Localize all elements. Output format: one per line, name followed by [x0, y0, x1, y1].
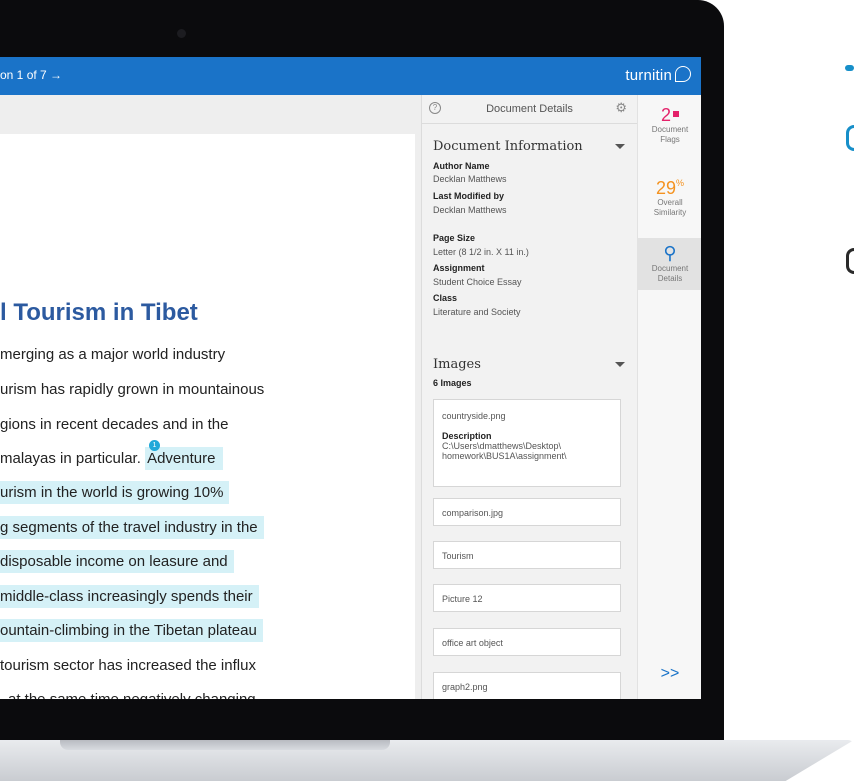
details-label: Document: [651, 264, 689, 273]
camera: [177, 29, 186, 38]
screen: on 1 of 7 → turnitin l Tourism in Tibet …: [0, 57, 701, 699]
field-value: Decklan Matthews: [433, 174, 507, 184]
image-card[interactable]: Tourism: [433, 541, 621, 569]
text-line: urism has rapidly grown in mountainous: [0, 381, 265, 398]
image-card[interactable]: graph2.png: [433, 672, 621, 699]
similarity-label: Similarity: [653, 208, 687, 217]
document-page: l Tourism in Tibet merging as a major wo…: [0, 134, 415, 699]
text-line: malayas in particular. Adventure: [0, 447, 229, 470]
turnitin-logo: turnitin: [625, 66, 691, 84]
turnitin-logo-icon: [675, 66, 691, 82]
submission-nav[interactable]: on 1 of 7 →: [0, 68, 62, 82]
text-line: gions in recent decades and in the: [0, 416, 229, 433]
text-line: tourism sector has increased the influx: [0, 657, 256, 674]
image-card[interactable]: countryside.png Description C:\Users\dma…: [433, 399, 621, 487]
field-label: Page Size: [433, 233, 476, 243]
highlighted-line[interactable]: ountain-climbing in the Tibetan plateau: [0, 619, 263, 642]
laptop-base-notch: [60, 740, 390, 750]
highlighted-line[interactable]: g segments of the travel industry in the: [0, 516, 264, 539]
highlighted-line[interactable]: middle-class increasingly spends their: [0, 585, 259, 608]
text-line: merging as a major world industry: [0, 346, 226, 363]
edge-mark-2: [846, 125, 854, 151]
image-name: graph2.png: [442, 682, 488, 692]
brand-text: turnitin: [625, 67, 672, 84]
image-card[interactable]: comparison.jpg: [433, 498, 621, 526]
edge-mark-3: [846, 248, 854, 274]
flag-icon: [673, 111, 679, 117]
image-name: comparison.jpg: [442, 508, 504, 518]
chevron-down-icon[interactable]: [615, 144, 625, 149]
field-label: Author Name: [433, 161, 490, 171]
image-name: Picture 12: [442, 594, 483, 604]
field-value: Student Choice Essay: [433, 277, 522, 287]
flags-count: 2: [660, 105, 671, 125]
image-name: countryside.png: [442, 411, 506, 421]
search-icon: ⚲: [663, 243, 677, 263]
image-card[interactable]: Picture 12: [433, 584, 621, 612]
match-marker-icon[interactable]: 1: [149, 440, 160, 451]
field-value: Literature and Society: [433, 307, 521, 317]
text-line: at the same time negatively changing: [8, 688, 262, 699]
highlighted-line[interactable]: disposable income on leasure and: [0, 550, 234, 573]
chevron-down-icon[interactable]: [615, 362, 625, 367]
expand-chevron-icon[interactable]: >>: [638, 665, 701, 683]
similarity-label: Overall: [657, 198, 683, 207]
document-title: l Tourism in Tibet: [0, 299, 198, 326]
document-information-heading[interactable]: Document Information: [433, 139, 583, 154]
field-label: Last Modified by: [433, 191, 505, 201]
details-label: Details: [657, 274, 683, 283]
description-line: homework\BUS1A\assignment\: [442, 451, 567, 461]
field-value: Letter (8 1/2 in. X 11 in.): [433, 247, 529, 257]
text-line-part: malayas in particular.: [0, 450, 141, 467]
image-name: office art object: [442, 638, 503, 648]
image-name: Tourism: [442, 551, 474, 561]
flags-label: Flags: [660, 135, 680, 144]
flags-label: Document: [651, 125, 689, 134]
description-label: Description: [442, 431, 492, 441]
highlighted-line[interactable]: urism in the world is growing 10%: [0, 481, 230, 504]
edge-mark-1: [845, 65, 854, 71]
document-details-button[interactable]: ⚲ Document Details: [638, 238, 701, 290]
field-value: Decklan Matthews: [433, 205, 507, 215]
top-bar: on 1 of 7 → turnitin: [0, 57, 701, 95]
description-line: C:\Users\dmatthews\Desktop\: [442, 441, 562, 451]
side-rail: 2 Document Flags 29% Overall Similarity …: [637, 95, 701, 699]
field-label: Class: [433, 293, 458, 303]
panel-title: Document Details: [486, 103, 573, 115]
image-card[interactable]: office art object: [433, 628, 621, 656]
similarity-unit: %: [676, 178, 685, 188]
images-count: 6 Images: [433, 378, 472, 388]
document-flags-button[interactable]: 2 Document Flags: [638, 105, 701, 145]
gear-icon[interactable]: ⚙: [615, 100, 627, 116]
field-label: Assignment: [433, 263, 485, 273]
overall-similarity-button[interactable]: 29% Overall Similarity: [638, 173, 701, 218]
panel-header: ? Document Details ⚙: [422, 95, 637, 124]
document-details-panel: ? Document Details ⚙ Document Informatio…: [421, 95, 637, 699]
similarity-value: 29: [655, 178, 676, 198]
images-heading[interactable]: Images: [433, 357, 481, 372]
